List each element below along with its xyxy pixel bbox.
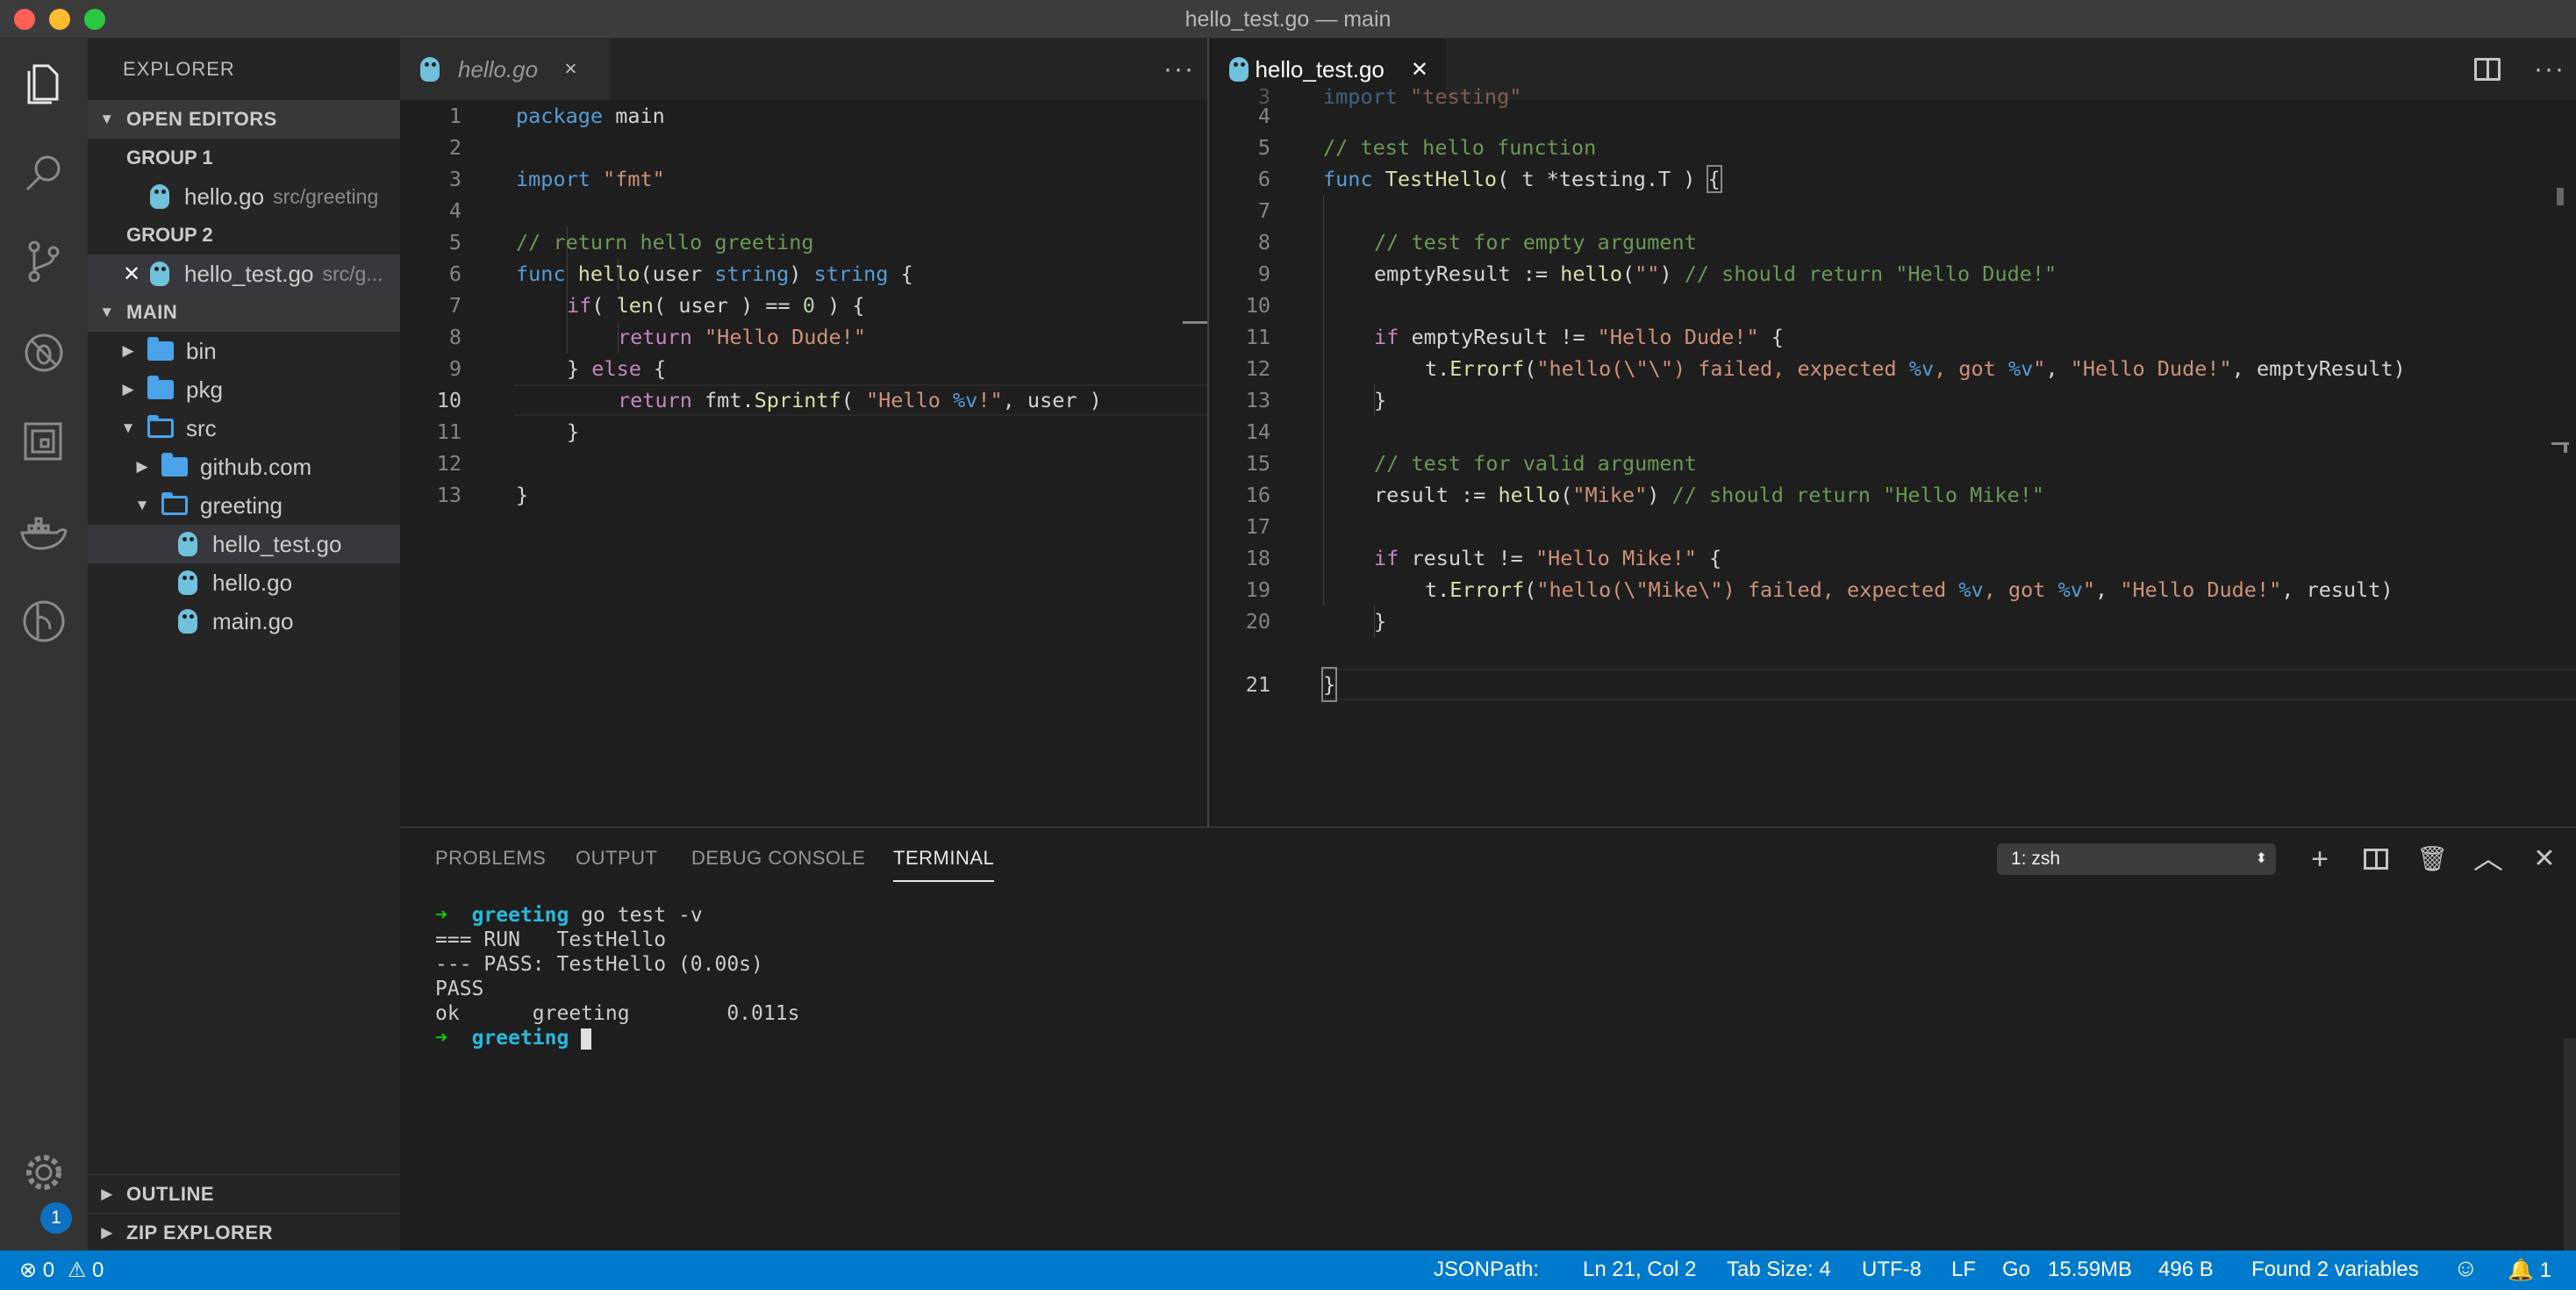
open-editors-group-1: GROUP 1 [126,147,213,168]
jsonpath-status[interactable]: JSONPath: [1434,1258,1539,1282]
tree-file-main-go[interactable]: main.go [88,602,400,641]
tree-folder-pkg[interactable]: ▶ pkg [88,370,400,409]
code-editor-hello-go[interactable]: 1 package main 2 3 import "fmt" 4 5// retu… [400,100,1207,827]
main-folder-section[interactable]: ▼ MAIN [88,293,400,332]
encoding-status[interactable]: UTF-8 [1862,1258,1921,1282]
tab-bar-left: hello.go × ··· [400,39,1207,100]
debug-icon[interactable] [16,325,72,381]
trash-icon[interactable]: 🗑 [2415,842,2450,877]
go-file-icon [175,530,200,558]
explorer-sidebar: EXPLORER ▼ OPEN EDITORS GROUP 1 hello.go… [88,39,400,1251]
open-editor-hello-test-go[interactable]: ✕ hello_test.go src/g... [88,254,400,293]
explorer-icon[interactable] [16,56,72,112]
chevron-down-icon: ▼ [120,419,136,436]
chevron-right-icon: ▶ [122,342,134,359]
go-file-icon [147,183,172,211]
terminal-scrollbar[interactable] [2564,1038,2576,1251]
tree-folder-greeting[interactable]: ▼ greeting [88,486,400,525]
close-icon[interactable]: ✕ [123,262,142,287]
title-bar: hello_test.go — main [0,0,2576,39]
feedback-smiley-icon[interactable]: ☺ [2453,1254,2479,1282]
filesize-status: 496 B [2158,1258,2214,1281]
folder-icon [161,453,188,477]
chevron-down-icon: ▼ [99,111,115,127]
tree-file-hello-go[interactable]: hello.go [88,563,400,602]
memory-status: 15.59MB [2048,1258,2133,1281]
open-editors-group-2: GROUP 2 [126,224,213,246]
zip-explorer-section[interactable]: ▶ ZIP EXPLORER [88,1213,400,1251]
error-icon: ⊗ [19,1258,38,1282]
terminal-selector-dropdown[interactable]: 1: zsh ⬍ [1997,843,2276,875]
go-file-icon [147,260,172,288]
gitlens-icon[interactable] [16,593,72,649]
tree-folder-bin[interactable]: ▶ bin [88,332,400,370]
code-editor-hello-test-go[interactable]: 3 import "testing" 4 5// test hello funct… [1209,84,2576,827]
go-file-icon [175,607,200,635]
extensions-icon[interactable] [16,414,72,470]
tab-output[interactable]: OUTPUT [576,847,657,870]
chevron-right-icon: ▶ [122,381,134,398]
tab-close-icon[interactable]: ✕ [1411,57,1428,82]
chevron-right-icon: ▶ [136,458,148,475]
search-icon[interactable] [16,146,72,202]
split-editor-icon[interactable] [2474,58,2501,81]
outline-section[interactable]: ▶ OUTLINE [88,1174,400,1213]
bell-icon: 🔔 [2508,1258,2534,1282]
tab-close-icon[interactable]: × [564,57,576,82]
go-file-icon [418,55,442,83]
window-title: hello_test.go — main [1184,7,1392,32]
go-file-icon [175,569,200,597]
tree-file-hello-test-go[interactable]: hello_test.go [88,525,400,563]
editor-group-left: hello.go × ··· 1 package main 2 3 import "… [400,39,1207,827]
close-panel-icon[interactable]: ✕ [2527,842,2562,877]
chevron-updown-icon: ⬍ [2255,851,2267,866]
split-terminal-icon[interactable] [2358,842,2394,877]
variables-status[interactable]: Found 2 variables [2251,1258,2419,1282]
sidebar-title: EXPLORER [123,58,235,80]
folder-open-icon [147,415,174,438]
status-bar: ⊗ 0 ⚠ 0 JSONPath: Ln 21, Col 2 Tab Size:… [0,1251,2576,1290]
tab-terminal[interactable]: TERMINAL [893,847,995,882]
terminal-output[interactable]: ➜ greeting go test -v === RUN TestHello … [435,903,799,1050]
editor-group-right: hello_test.go ✕ ··· 3 import "testing" 4 … [1209,39,2576,827]
settings-update-badge: 1 [40,1202,72,1234]
folder-icon [147,376,174,399]
tab-debug-console[interactable]: DEBUG CONSOLE [691,847,865,870]
chevron-down-icon: ▼ [134,497,150,513]
bottom-panel: PROBLEMS OUTPUT DEBUG CONSOLE TERMINAL 1… [400,827,2576,1251]
settings-gear-icon[interactable] [16,1144,72,1200]
language-status[interactable]: Go [2002,1258,2030,1282]
chevron-up-icon[interactable]: ︿ [2471,842,2506,877]
tree-folder-src[interactable]: ▼ src [88,409,400,448]
tab-size-status[interactable]: Tab Size: 4 [1727,1258,1831,1282]
eol-status[interactable]: LF [1951,1258,1976,1282]
warning-icon: ⚠ [67,1258,87,1282]
tree-folder-github[interactable]: ▶ github.com [88,448,400,486]
docker-icon[interactable] [16,504,72,560]
folder-icon [147,337,174,361]
more-actions-icon[interactable]: ··· [2534,54,2565,84]
cursor-position-status[interactable]: Ln 21, Col 2 [1583,1258,1696,1282]
go-file-icon [1227,55,1249,83]
more-actions-icon[interactable]: ··· [1163,54,1195,84]
open-editor-hello-go[interactable]: hello.go src/greeting [88,177,400,216]
problems-status[interactable]: ⊗ 0 ⚠ 0 [19,1258,104,1283]
new-terminal-icon[interactable]: + [2302,842,2337,877]
source-control-icon[interactable] [16,233,72,290]
folder-open-icon [161,492,188,515]
activity-bar: 1 [0,39,88,1251]
open-editors-section[interactable]: ▼ OPEN EDITORS [88,100,400,139]
tab-problems[interactable]: PROBLEMS [435,847,546,870]
tab-hello-go[interactable]: hello.go × [400,39,611,100]
chevron-right-icon: ▶ [101,1223,113,1241]
notifications-status[interactable]: 🔔 1 [2508,1258,2551,1283]
chevron-down-icon: ▼ [99,304,115,320]
chevron-right-icon: ▶ [101,1185,113,1202]
terminal-cursor [581,1028,592,1050]
